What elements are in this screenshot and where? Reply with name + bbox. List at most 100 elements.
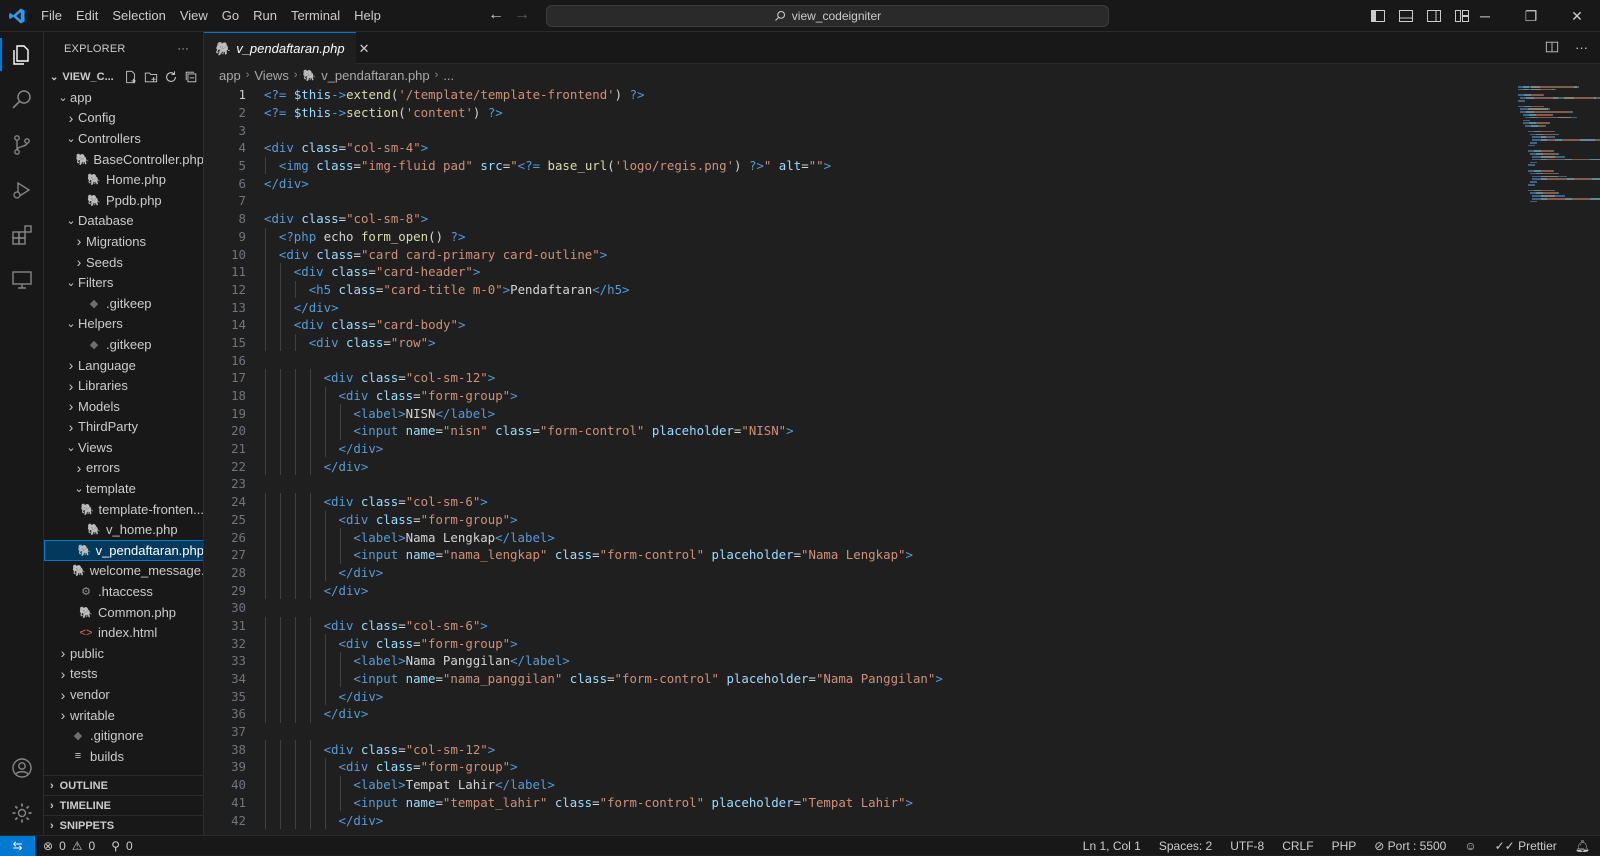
- code-line[interactable]: 25 <div class="form-group">: [204, 510, 1524, 529]
- cursor-position[interactable]: Ln 1, Col 1: [1083, 839, 1141, 853]
- line-ending[interactable]: CRLF: [1282, 839, 1313, 853]
- menu-go[interactable]: Go: [215, 0, 246, 32]
- tree-item[interactable]: › vendor: [44, 684, 203, 705]
- tab-v-pendaftaran[interactable]: 🐘 v_pendaftaran.php ✕: [204, 32, 370, 64]
- run-debug-icon[interactable]: [0, 167, 44, 212]
- command-center-search[interactable]: view_codeigniter: [546, 5, 1109, 27]
- menu-selection[interactable]: Selection: [105, 0, 172, 32]
- code-line[interactable]: 26 <label>Nama Lengkap</label>: [204, 528, 1524, 546]
- tree-item[interactable]: › ThirdParty: [44, 417, 203, 438]
- code-line[interactable]: 20 <input name="nisn" class="form-control…: [204, 422, 1524, 440]
- code-line[interactable]: 32 <div class="form-group">: [204, 634, 1524, 652]
- minimize-icon[interactable]: ─: [1462, 0, 1508, 32]
- code-line[interactable]: 4 <div class="col-sm-4">: [204, 139, 1524, 157]
- toggle-panel-icon[interactable]: [1398, 8, 1414, 24]
- minimap[interactable]: [1518, 86, 1600, 206]
- tree-item[interactable]: ◆ .gitkeep: [44, 334, 203, 355]
- ports-icon[interactable]: ⚲: [111, 839, 120, 853]
- remote-indicator-icon[interactable]: ⇆: [0, 835, 35, 856]
- tree-item[interactable]: ◆ .gitignore: [44, 725, 203, 746]
- forward-arrow-icon[interactable]: →: [514, 6, 530, 24]
- explorer-icon[interactable]: [0, 32, 44, 77]
- code-line[interactable]: 42 </div>: [204, 811, 1524, 829]
- code-line[interactable]: 16: [204, 351, 1524, 369]
- code-line[interactable]: 5 <img class="img-fluid pad" src="<?= bas…: [204, 156, 1524, 175]
- live-server-port[interactable]: ⊘ Port : 5500: [1374, 839, 1446, 853]
- tree-item[interactable]: › Libraries: [44, 375, 203, 396]
- menu-view[interactable]: View: [173, 0, 215, 32]
- tree-item[interactable]: › Language: [44, 355, 203, 376]
- source-control-icon[interactable]: [0, 122, 44, 167]
- restore-icon[interactable]: ❐: [1508, 0, 1554, 32]
- tree-item[interactable]: 🐘 BaseController.php: [44, 149, 203, 170]
- new-folder-icon[interactable]: [144, 70, 158, 84]
- tree-item[interactable]: ≡ builds: [44, 746, 203, 767]
- breadcrumb-symbol[interactable]: ...: [443, 68, 454, 83]
- tree-item[interactable]: ⌄ Database: [44, 211, 203, 232]
- code-line[interactable]: 21 </div>: [204, 439, 1524, 458]
- remote-explorer-icon[interactable]: [0, 257, 44, 302]
- code-line[interactable]: 13 </div>: [204, 298, 1524, 316]
- code-line[interactable]: 7: [204, 192, 1524, 210]
- code-line[interactable]: 38 <div class="col-sm-12">: [204, 740, 1524, 759]
- language-mode[interactable]: PHP: [1332, 839, 1357, 853]
- code-line[interactable]: 31 <div class="col-sm-6">: [204, 616, 1524, 635]
- close-window-icon[interactable]: ✕: [1554, 0, 1600, 32]
- search-view-icon[interactable]: [0, 77, 44, 122]
- menu-run[interactable]: Run: [246, 0, 284, 32]
- tree-item[interactable]: ⌄ Controllers: [44, 128, 203, 149]
- code-line[interactable]: 39 <div class="form-group">: [204, 758, 1524, 776]
- toggle-secondary-sidebar-icon[interactable]: [1426, 8, 1442, 24]
- tree-item[interactable]: ⌄ Filters: [44, 272, 203, 293]
- code-editor[interactable]: 1 <?= $this->extend('/template/template-f…: [204, 86, 1524, 829]
- prettier-status[interactable]: ✓✓ Prettier: [1495, 839, 1557, 853]
- section-timeline[interactable]: › TIMELINE: [44, 795, 203, 815]
- tree-item[interactable]: 🐘 Common.php: [44, 602, 203, 623]
- code-line[interactable]: 10 <div class="card card-primary card-out…: [204, 245, 1524, 263]
- errors-icon[interactable]: ⊗: [43, 839, 53, 853]
- encoding[interactable]: UTF-8: [1230, 839, 1264, 853]
- code-line[interactable]: 37: [204, 723, 1524, 741]
- code-line[interactable]: 34 <input name="nama_panggilan" class="fo…: [204, 669, 1524, 688]
- tree-item[interactable]: ◆ .gitkeep: [44, 293, 203, 314]
- code-line[interactable]: 11 <div class="card-header">: [204, 262, 1524, 281]
- section-outline[interactable]: › OUTLINE: [44, 775, 203, 795]
- code-line[interactable]: 24 <div class="col-sm-6">: [204, 492, 1524, 511]
- indentation[interactable]: Spaces: 2: [1159, 839, 1212, 853]
- warning-count[interactable]: 0: [89, 839, 96, 853]
- code-line[interactable]: 14 <div class="card-body">: [204, 315, 1524, 334]
- tree-item[interactable]: ⌄ Views: [44, 437, 203, 458]
- tree-item[interactable]: ⌄ app: [44, 87, 203, 108]
- code-line[interactable]: 6 </div>: [204, 174, 1524, 192]
- close-tab-icon[interactable]: ✕: [359, 41, 370, 57]
- code-line[interactable]: 15 <div class="row">: [204, 333, 1524, 352]
- code-line[interactable]: 3: [204, 121, 1524, 139]
- tree-item[interactable]: ⚙ .htaccess: [44, 581, 203, 602]
- warning-icon[interactable]: ⚠: [72, 839, 83, 853]
- code-line[interactable]: 8 <div class="col-sm-8">: [204, 210, 1524, 228]
- tree-item[interactable]: › errors: [44, 458, 203, 479]
- tree-item[interactable]: 🐘 template-fronten...: [44, 499, 203, 520]
- code-line[interactable]: 9 <?php echo form_open() ?>: [204, 227, 1524, 246]
- tree-item[interactable]: 🐘 welcome_message....: [44, 561, 203, 582]
- split-editor-icon[interactable]: [1545, 40, 1559, 54]
- tree-item[interactable]: › tests: [44, 664, 203, 685]
- tree-item[interactable]: 🐘 v_pendaftaran.php: [44, 540, 203, 561]
- error-count[interactable]: 0: [59, 839, 66, 853]
- tree-item[interactable]: › Models: [44, 396, 203, 417]
- menu-help[interactable]: Help: [347, 0, 388, 32]
- tree-item[interactable]: › Migrations: [44, 231, 203, 252]
- settings-gear-icon[interactable]: [0, 790, 44, 835]
- tree-item[interactable]: › Seeds: [44, 252, 203, 273]
- code-line[interactable]: 30: [204, 599, 1524, 617]
- code-line[interactable]: 18 <div class="form-group">: [204, 386, 1524, 405]
- code-line[interactable]: 29 </div>: [204, 581, 1524, 599]
- code-line[interactable]: 36 </div>: [204, 705, 1524, 723]
- tree-item[interactable]: ⌄ Helpers: [44, 314, 203, 335]
- breadcrumb-file[interactable]: v_pendaftaran.php: [321, 68, 429, 83]
- tree-item[interactable]: › Config: [44, 108, 203, 129]
- breadcrumb-app[interactable]: app: [219, 68, 241, 83]
- code-line[interactable]: 2 <?= $this->section('content') ?>: [204, 104, 1524, 122]
- code-line[interactable]: 28 </div>: [204, 563, 1524, 582]
- tree-item[interactable]: ⌄ template: [44, 478, 203, 499]
